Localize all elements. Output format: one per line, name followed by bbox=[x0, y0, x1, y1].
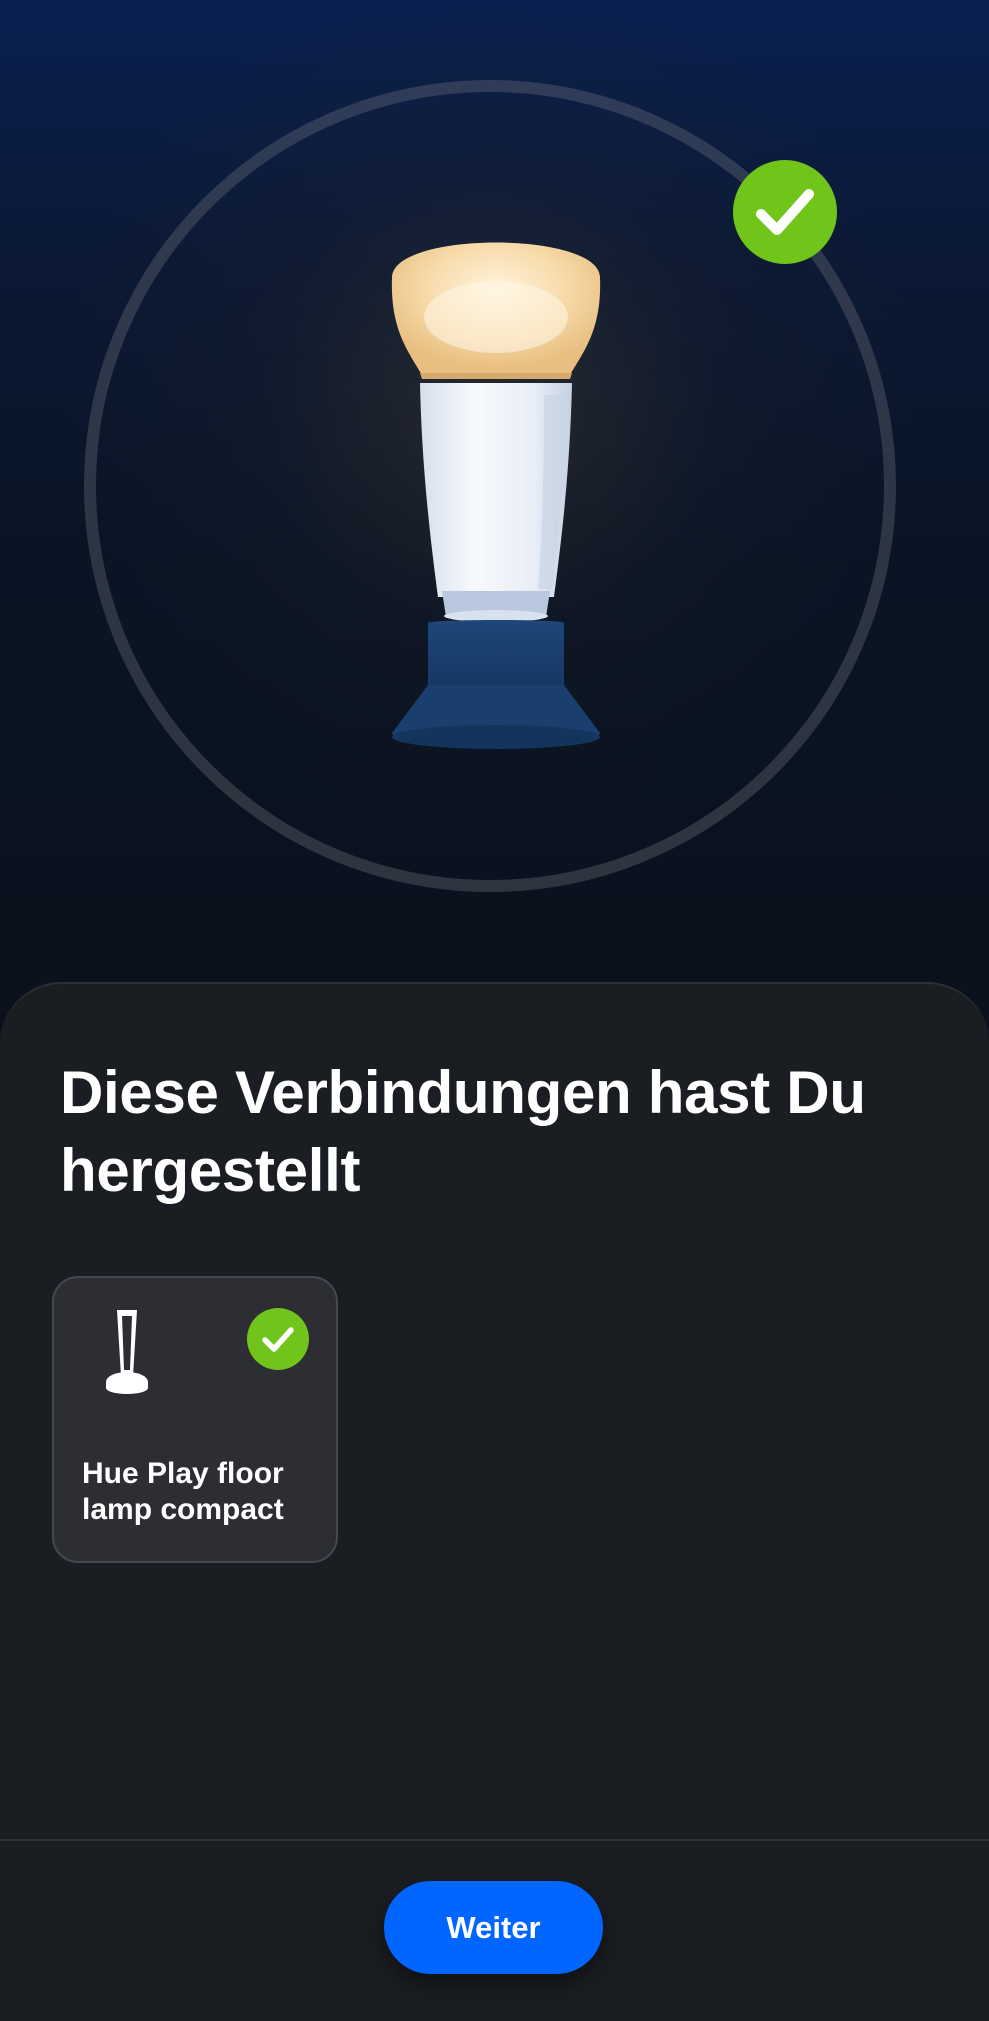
light-bulb-on-base-icon bbox=[391, 242, 601, 749]
floor-lamp-icon bbox=[106, 1310, 148, 1394]
checkmark-icon bbox=[262, 1327, 294, 1352]
page-title: Diese Verbindungen hast Du hergestellt bbox=[60, 1059, 866, 1204]
next-button[interactable]: Weiter bbox=[384, 1881, 603, 1974]
device-card-hue-play-floor-lamp[interactable]: Hue Play floor lamp compact bbox=[52, 1276, 338, 1563]
footer-divider bbox=[0, 1839, 989, 1841]
checkmark-icon bbox=[756, 189, 814, 235]
device-name: Hue Play floor lamp compact bbox=[82, 1457, 284, 1526]
hero-illustration-area bbox=[0, 0, 989, 1060]
connected-check-badge bbox=[733, 160, 837, 264]
connected-check-badge bbox=[247, 1308, 309, 1370]
connection-success-screen: Diese Verbindungen hast Du hergestellt H… bbox=[0, 0, 989, 2021]
